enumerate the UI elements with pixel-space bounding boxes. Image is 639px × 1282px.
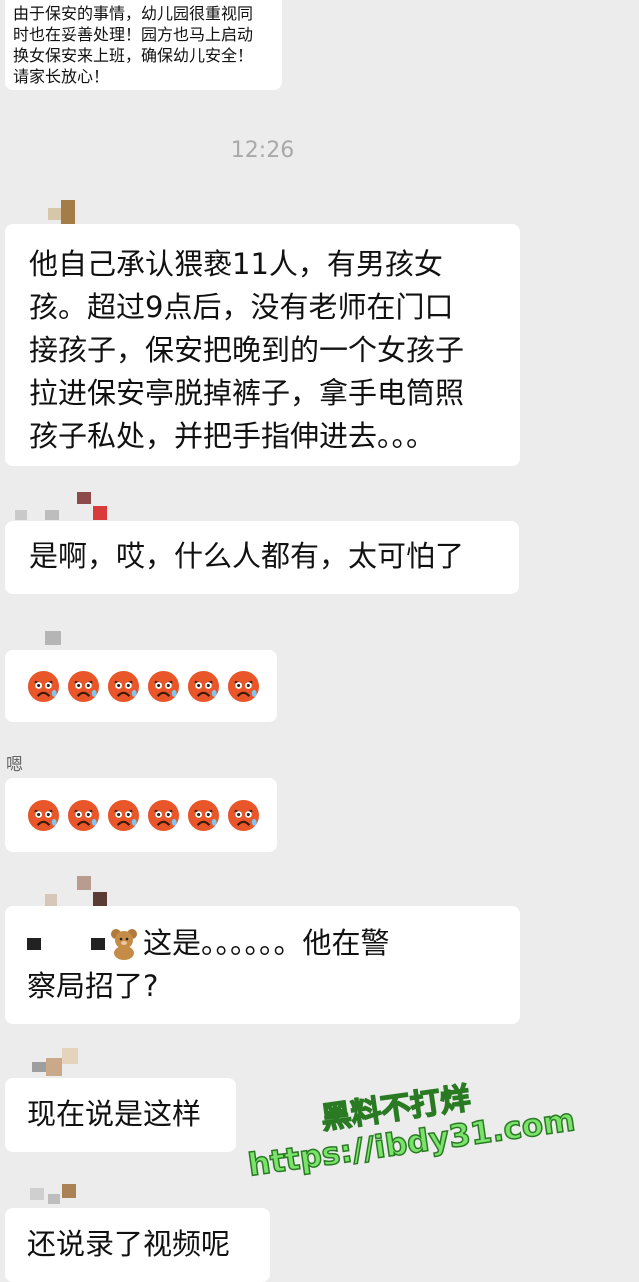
emoji-bubble[interactable] [5, 650, 277, 722]
message-text: 是啊，哎，什么人都有，太可怕了 [29, 539, 465, 573]
notice-text: 由于保安的事情，幼儿园很重视同 时也在妥善处理！园方也马上启动 换女保安来上班，… [13, 4, 254, 86]
crying-face-icon [107, 670, 140, 703]
timestamp: 12:26 [230, 138, 295, 163]
message-text: 他自己承认猥亵11人，有男孩女 孩。超过9点后，没有老师在门口 接孩子，保安把晚… [29, 247, 465, 453]
crying-face-icon [147, 799, 180, 832]
sender-name: 嗯 [6, 755, 23, 775]
crying-face-icon [147, 670, 180, 703]
teddy-bear-icon [111, 928, 137, 960]
message-bubble[interactable]: 是啊，哎，什么人都有，太可怕了 [5, 521, 519, 594]
message-text: 这是。。。。。。他在警 [27, 922, 520, 965]
avatar[interactable] [30, 1184, 80, 1210]
message-text: 还说录了视频呢 [27, 1227, 231, 1261]
crying-face-icon [27, 799, 60, 832]
redacted-block [91, 937, 105, 950]
crying-face-icon [227, 670, 260, 703]
message-text: 现在说是这样 [27, 1097, 202, 1131]
message-text-line: 这是。。。。。。他在警 [143, 926, 390, 960]
crying-face-icon [187, 670, 220, 703]
avatar[interactable] [45, 631, 63, 647]
crying-face-icon [107, 799, 140, 832]
message-text-line: 察局招了? [27, 969, 159, 1003]
redacted-block [27, 937, 41, 950]
emoji-row [27, 670, 260, 703]
message-bubble[interactable]: 他自己承认猥亵11人，有男孩女 孩。超过9点后，没有老师在门口 接孩子，保安把晚… [5, 224, 520, 466]
crying-face-icon [187, 799, 220, 832]
crying-face-icon [227, 799, 260, 832]
avatar[interactable] [48, 200, 76, 226]
message-bubble[interactable]: 现在说是这样 [5, 1078, 236, 1152]
crying-face-icon [67, 799, 100, 832]
avatar[interactable] [15, 492, 115, 524]
emoji-row [27, 799, 260, 832]
avatar[interactable] [32, 1048, 82, 1078]
notice-bubble[interactable]: 由于保安的事情，幼儿园很重视同 时也在妥善处理！园方也马上启动 换女保安来上班，… [5, 0, 282, 90]
message-bubble[interactable]: 这是。。。。。。他在警 察局招了? [5, 906, 520, 1024]
message-bubble[interactable]: 还说录了视频呢 [5, 1208, 270, 1282]
crying-face-icon [67, 670, 100, 703]
emoji-bubble[interactable] [5, 778, 277, 852]
crying-face-icon [27, 670, 60, 703]
